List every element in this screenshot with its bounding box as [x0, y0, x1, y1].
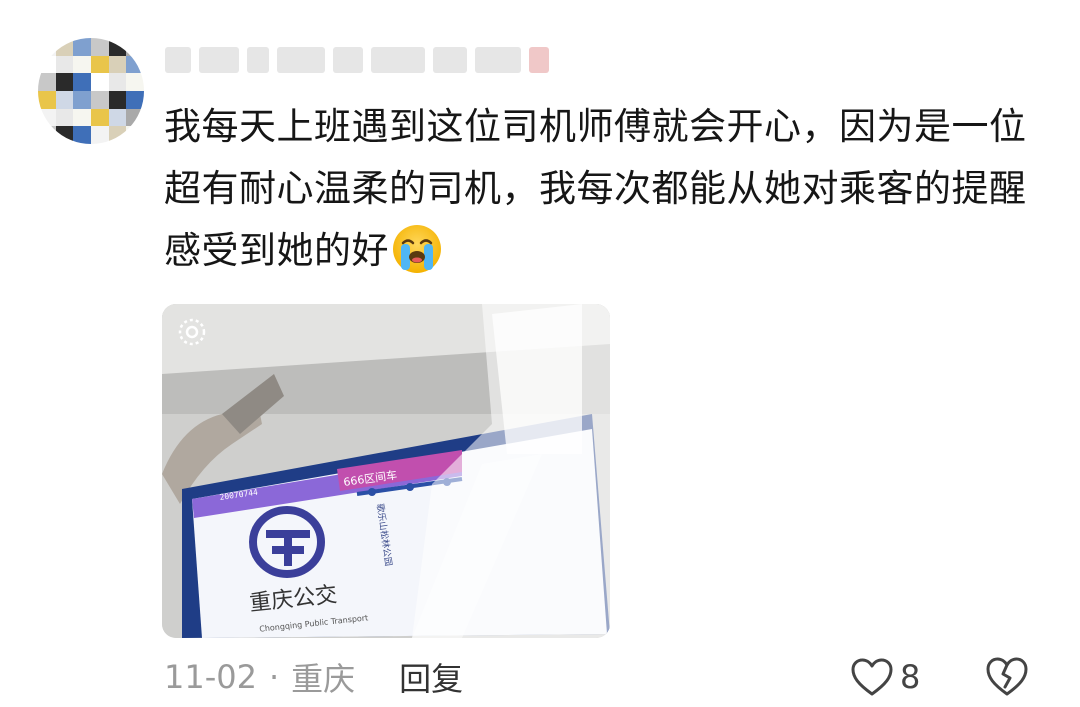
comment-text: 我每天上班遇到这位司机师傅就会开心，因为是一位超有耐心温柔的司机，我每次都能从她…: [164, 96, 1044, 282]
loudly-crying-face-icon: [393, 225, 441, 273]
comment-date: 11-02: [164, 658, 257, 696]
avatar[interactable]: [38, 38, 144, 144]
like-count: 8: [900, 658, 921, 696]
reply-button[interactable]: 回复: [399, 654, 463, 700]
comment-meta: 11-02 · 重庆 回复: [164, 652, 463, 702]
username-blurred[interactable]: [165, 40, 550, 80]
like-button[interactable]: 8: [850, 654, 920, 700]
heart-outline-icon: [851, 658, 893, 696]
dislike-button[interactable]: [984, 654, 1030, 700]
attached-photo[interactable]: 666区间车 20070744 歌乐山松林公园 重庆公交 Chongqing P…: [162, 304, 610, 638]
comment-location: 重庆: [291, 660, 356, 698]
meta-separator: ·: [268, 658, 280, 696]
broken-heart-icon: [986, 657, 1028, 696]
comment-body: 我每天上班遇到这位司机师傅就会开心，因为是一位超有耐心温柔的司机，我每次都能从她…: [164, 105, 1027, 272]
